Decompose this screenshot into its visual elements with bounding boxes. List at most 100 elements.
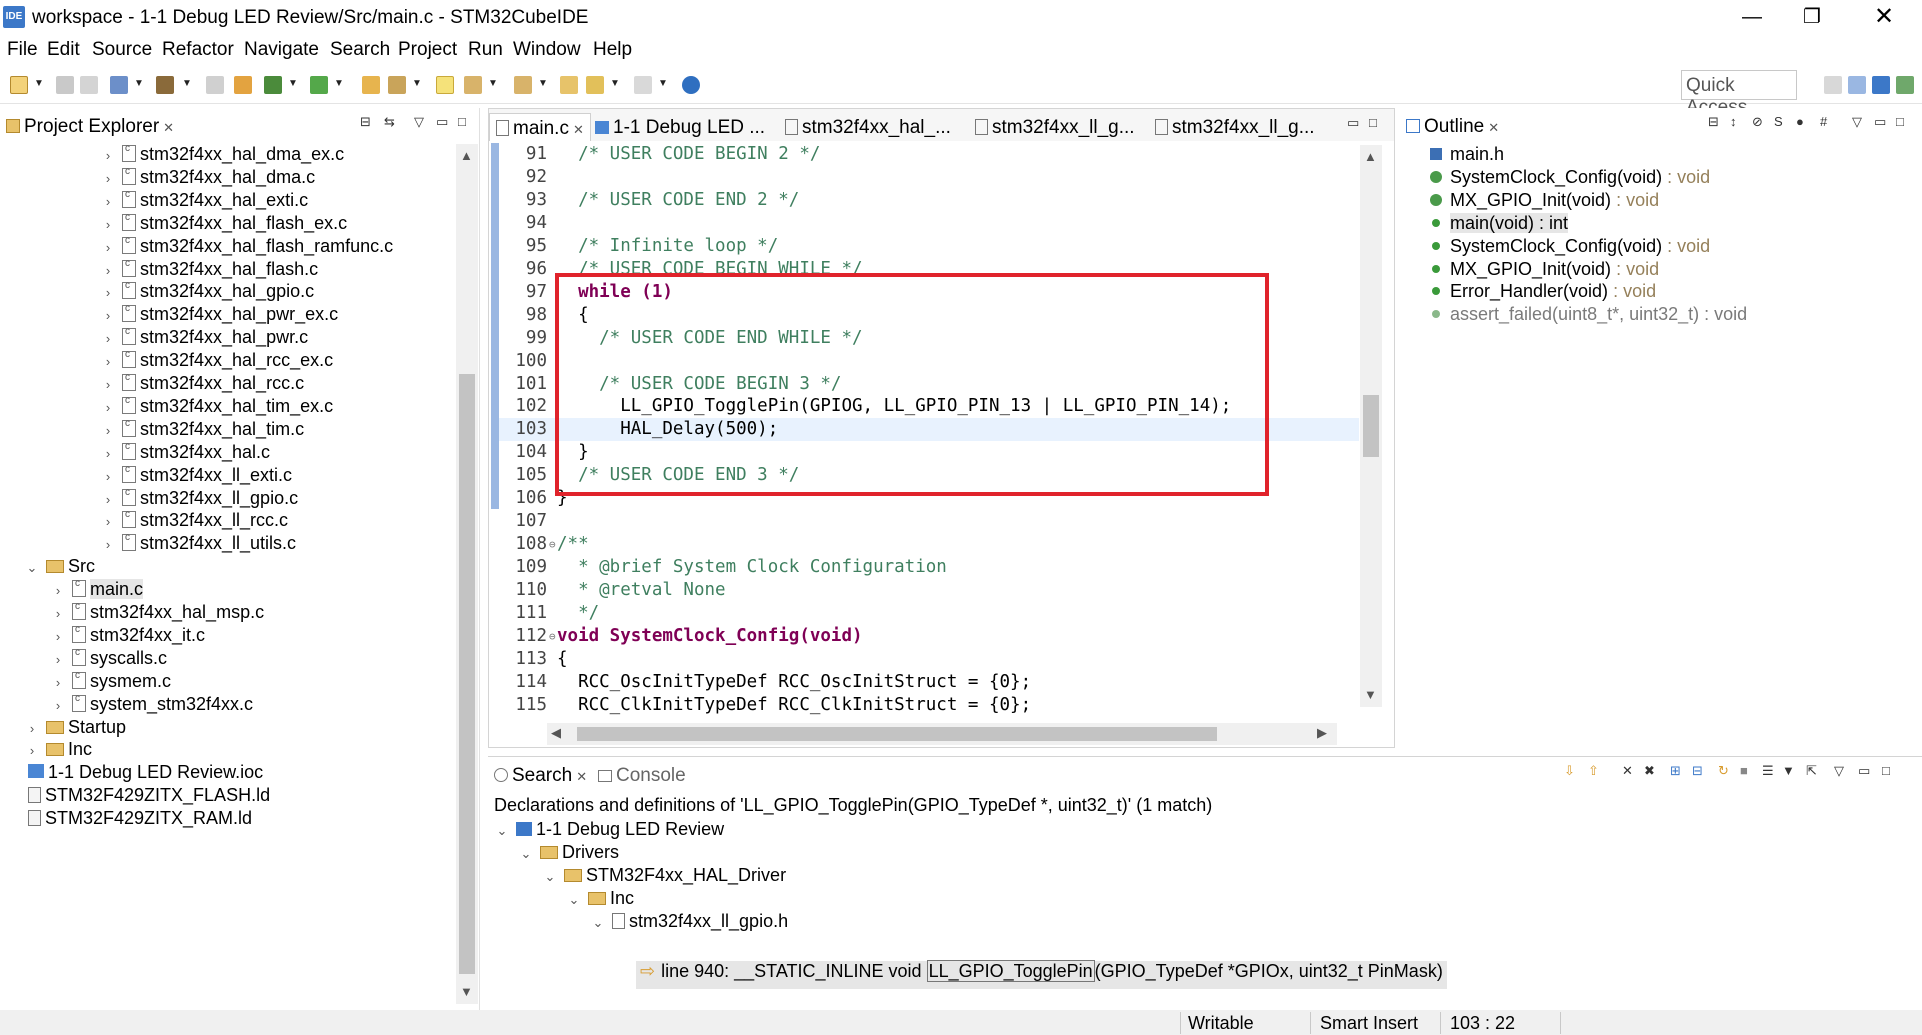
tab-hal-file[interactable]: stm32f4xx_hal_... bbox=[779, 113, 957, 141]
code-line[interactable]: 93 /* USER CODE END 2 */ bbox=[499, 189, 1359, 212]
view-menu-icon[interactable]: ▽ bbox=[414, 114, 424, 130]
code-line[interactable]: 113 { bbox=[499, 648, 1359, 671]
chevron-right-icon[interactable]: › bbox=[100, 469, 116, 484]
scroll-left-icon[interactable]: ◀ bbox=[551, 725, 561, 741]
scroll-thumb[interactable] bbox=[459, 374, 475, 974]
tab-project-explorer[interactable]: Project Explorer ✕ bbox=[0, 112, 180, 140]
restore-button[interactable]: ❐ bbox=[1784, 0, 1840, 36]
chevron-right-icon[interactable]: › bbox=[100, 514, 116, 529]
chevron-right-icon[interactable]: › bbox=[50, 675, 66, 690]
chevron-down-icon[interactable]: ⌄ bbox=[566, 892, 582, 908]
view-menu-icon[interactable]: ▽ bbox=[1852, 114, 1862, 130]
expand-all-icon[interactable]: ⊞ bbox=[1670, 763, 1681, 779]
chevron-right-icon[interactable]: › bbox=[100, 240, 116, 255]
editor-horizontal-scrollbar[interactable]: ◀ ▶ bbox=[547, 723, 1337, 745]
cancel-search-icon[interactable]: ■ bbox=[1740, 763, 1748, 778]
chevron-right-icon[interactable]: › bbox=[100, 308, 116, 323]
maximize-view-icon[interactable]: □ bbox=[1896, 114, 1904, 129]
chevron-down-icon[interactable]: ⌄ bbox=[590, 915, 606, 931]
chevron-right-icon[interactable]: › bbox=[100, 537, 116, 552]
view-menu-icon[interactable]: ▽ bbox=[1834, 763, 1844, 779]
chevron-right-icon[interactable]: › bbox=[100, 285, 116, 300]
chevron-right-icon[interactable]: › bbox=[50, 652, 66, 667]
code-line[interactable]: 91 /* USER CODE BEGIN 2 */ bbox=[499, 143, 1359, 166]
generate-code-icon[interactable] bbox=[234, 76, 252, 94]
chevron-right-icon[interactable]: › bbox=[100, 194, 116, 209]
collapse-all-icon[interactable]: ⊟ bbox=[360, 114, 371, 130]
debug-dropdown-icon[interactable]: ▼ bbox=[288, 78, 298, 89]
device-icon[interactable] bbox=[206, 76, 224, 94]
minimize-view-icon[interactable]: ▭ bbox=[1858, 763, 1870, 779]
menu-file[interactable]: File bbox=[7, 39, 38, 61]
save-all-icon[interactable] bbox=[80, 76, 98, 94]
chevron-right-icon[interactable]: › bbox=[24, 721, 40, 736]
back-dropdown-icon[interactable]: ▼ bbox=[610, 78, 620, 89]
group-includes-icon[interactable]: # bbox=[1820, 114, 1827, 129]
outline-item[interactable]: assert_failed(uint8_t*, uint32_t) : void bbox=[1430, 304, 1747, 332]
fold-toggle-icon[interactable]: ⊖ bbox=[549, 625, 556, 648]
maximize-view-icon[interactable]: □ bbox=[1369, 115, 1377, 130]
chevron-right-icon[interactable]: › bbox=[100, 171, 116, 186]
chevron-right-icon[interactable]: › bbox=[50, 606, 66, 621]
code-line[interactable]: 112 ⊖ void SystemClock_Config(void) bbox=[499, 625, 1359, 648]
code-line[interactable]: 94 bbox=[499, 212, 1359, 235]
new-dropdown-icon[interactable]: ▼ bbox=[34, 78, 44, 89]
collapse-all-icon[interactable]: ⊟ bbox=[1692, 763, 1703, 779]
code-line[interactable]: 111 */ bbox=[499, 602, 1359, 625]
hide-fields-icon[interactable]: ⊘ bbox=[1752, 114, 1763, 130]
scroll-thumb[interactable] bbox=[577, 727, 1217, 741]
prev-match-icon[interactable]: ⇧ bbox=[1588, 763, 1599, 779]
menu-source[interactable]: Source bbox=[92, 39, 152, 61]
chevron-right-icon[interactable]: › bbox=[100, 492, 116, 507]
new-icon[interactable] bbox=[10, 76, 28, 94]
minimize-view-icon[interactable]: ▭ bbox=[1874, 114, 1886, 130]
scroll-right-icon[interactable]: ▶ bbox=[1317, 725, 1327, 741]
tab-ll-file-1[interactable]: stm32f4xx_ll_g... bbox=[969, 113, 1141, 141]
code-line[interactable]: 92 bbox=[499, 166, 1359, 189]
open-perspective-icon[interactable] bbox=[1824, 76, 1842, 94]
close-icon[interactable]: ✕ bbox=[1488, 120, 1499, 135]
forward-icon[interactable] bbox=[634, 76, 652, 94]
tab-console[interactable]: Console bbox=[592, 761, 692, 789]
chevron-right-icon[interactable]: › bbox=[100, 148, 116, 163]
editor-vertical-scrollbar[interactable]: ▲ ▼ bbox=[1360, 145, 1382, 707]
close-icon[interactable]: ✕ bbox=[163, 120, 174, 135]
search-tool-dropdown-icon[interactable]: ▼ bbox=[412, 78, 422, 89]
chevron-down-icon[interactable]: ⌄ bbox=[518, 846, 534, 862]
info-icon[interactable] bbox=[682, 76, 700, 94]
hide-nonpublic-icon[interactable]: ● bbox=[1796, 114, 1804, 129]
search-tree-item[interactable]: ⌄ stm32f4xx_ll_gpio.h bbox=[590, 911, 789, 939]
search-history-icon[interactable]: ☰ bbox=[1762, 763, 1774, 779]
build-icon[interactable] bbox=[156, 76, 174, 94]
tab-main-c[interactable]: main.c ✕ bbox=[489, 113, 591, 141]
next-annotation-dropdown-icon[interactable]: ▼ bbox=[488, 78, 498, 89]
chevron-right-icon[interactable]: › bbox=[100, 446, 116, 461]
remove-all-matches-icon[interactable]: ✖ bbox=[1644, 763, 1655, 779]
open-type-icon[interactable] bbox=[362, 76, 380, 94]
chevron-down-icon[interactable]: ⌄ bbox=[542, 869, 558, 885]
chevron-right-icon[interactable]: › bbox=[100, 331, 116, 346]
search-match-row[interactable]: ⇨ line 940: __STATIC_INLINE void LL_GPIO_… bbox=[636, 960, 1447, 989]
mark-occurrences-icon[interactable] bbox=[436, 76, 454, 94]
project-tree-item[interactable]: › stm32f4xx_ll_utils.c bbox=[100, 532, 296, 561]
chevron-right-icon[interactable]: › bbox=[24, 743, 40, 758]
code-line[interactable]: 95 /* Infinite loop */ bbox=[499, 235, 1359, 258]
scroll-up-icon[interactable]: ▲ bbox=[1364, 149, 1377, 164]
chevron-right-icon[interactable]: › bbox=[100, 263, 116, 278]
chevron-right-icon[interactable]: › bbox=[100, 377, 116, 392]
fold-toggle-icon[interactable]: ⊖ bbox=[549, 533, 556, 556]
project-tree-item[interactable]: STM32F429ZITX_RAM.ld bbox=[24, 808, 252, 836]
hide-static-icon[interactable]: S bbox=[1774, 114, 1783, 129]
chevron-right-icon[interactable]: › bbox=[50, 698, 66, 713]
minimize-view-icon[interactable]: ▭ bbox=[436, 114, 448, 130]
menu-refactor[interactable]: Refactor bbox=[162, 39, 234, 61]
scroll-thumb[interactable] bbox=[1363, 395, 1379, 457]
remove-match-icon[interactable]: ✕ bbox=[1622, 763, 1633, 779]
scroll-down-icon[interactable]: ▼ bbox=[460, 984, 473, 999]
collapse-all-icon[interactable]: ⊟ bbox=[1708, 114, 1719, 130]
last-edit-icon[interactable] bbox=[560, 76, 578, 94]
maximize-view-icon[interactable]: □ bbox=[1882, 763, 1890, 778]
prev-annotation-icon[interactable] bbox=[514, 76, 532, 94]
menu-project[interactable]: Project bbox=[398, 39, 457, 61]
menu-help[interactable]: Help bbox=[593, 39, 632, 61]
